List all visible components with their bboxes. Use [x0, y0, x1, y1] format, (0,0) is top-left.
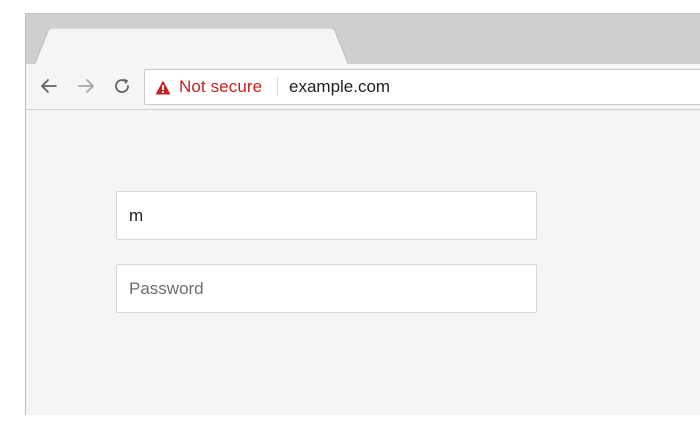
- not-secure-label: Not secure: [179, 77, 263, 96]
- password-field[interactable]: [116, 264, 537, 313]
- browser-window: Not secure example.com: [25, 13, 700, 415]
- username-field[interactable]: [116, 191, 537, 240]
- reload-icon: [112, 76, 132, 96]
- tab-strip: [26, 14, 700, 66]
- browser-tab[interactable]: [34, 28, 364, 66]
- back-button[interactable]: [36, 73, 62, 99]
- address-bar[interactable]: Not secure example.com: [144, 69, 700, 105]
- omnibox-divider: [277, 77, 278, 97]
- arrow-left-icon: [39, 76, 59, 96]
- forward-button[interactable]: [73, 73, 99, 99]
- page-content: [26, 110, 700, 415]
- security-indicator[interactable]: Not secure: [145, 70, 262, 104]
- reload-button[interactable]: [109, 73, 135, 99]
- warning-triangle-icon: [155, 79, 171, 95]
- arrow-right-icon: [76, 76, 96, 96]
- browser-toolbar: Not secure example.com: [26, 64, 700, 110]
- url-text[interactable]: example.com: [289, 70, 390, 104]
